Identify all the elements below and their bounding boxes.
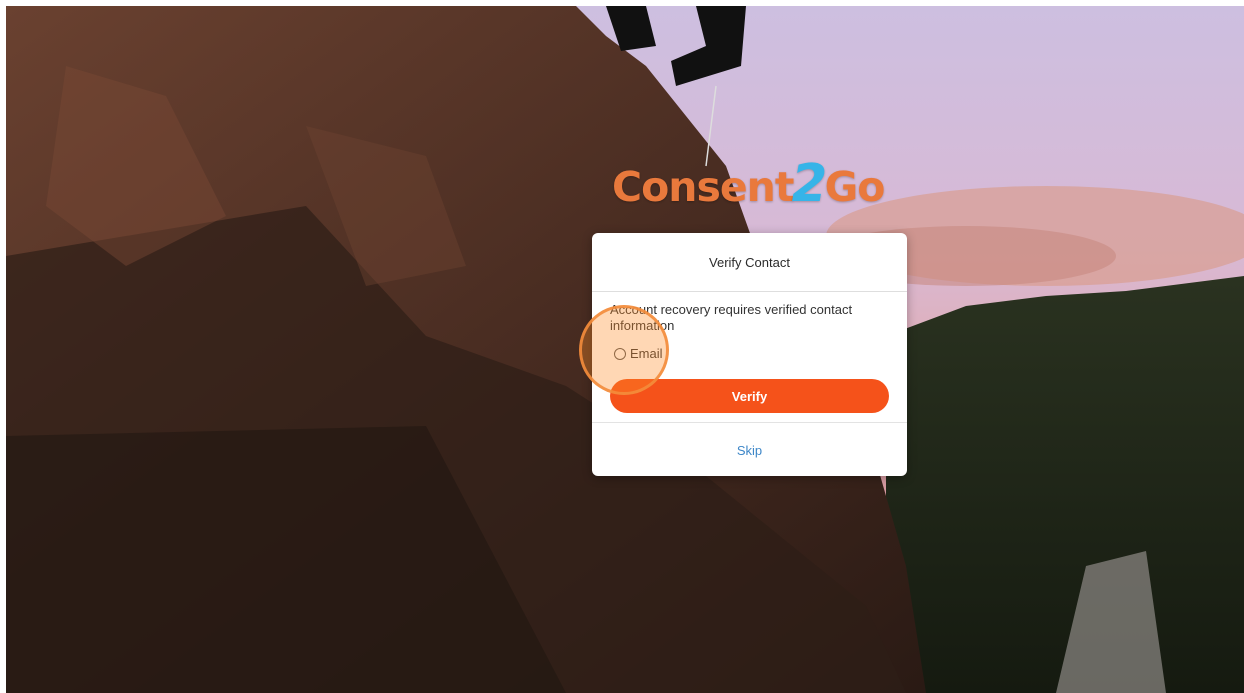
divider [592, 422, 907, 423]
dialog-title: Verify Contact [592, 233, 907, 292]
consent2go-logo: Consent2Go [612, 154, 885, 214]
click-highlight-circle [579, 305, 669, 395]
skip-link[interactable]: Skip [592, 443, 907, 458]
